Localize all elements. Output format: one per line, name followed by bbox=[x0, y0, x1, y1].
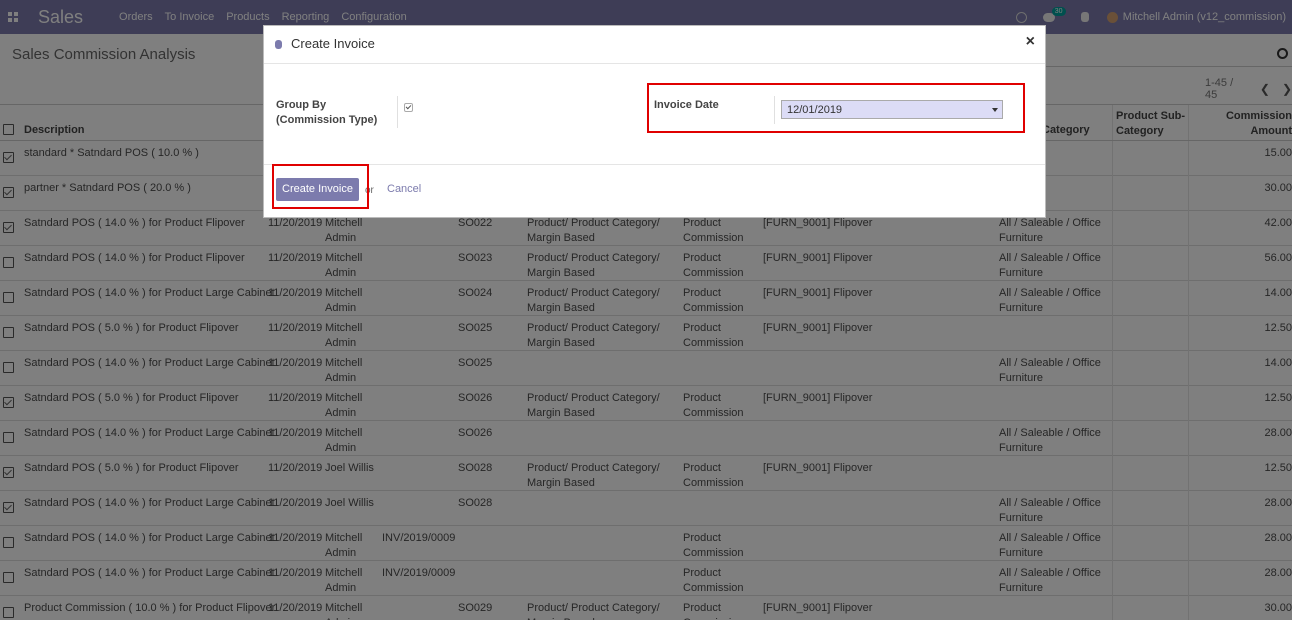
dialog-title: Create Invoice bbox=[291, 36, 375, 51]
group-by-label: Group By (Commission Type) bbox=[276, 99, 378, 126]
group-by-checkbox[interactable] bbox=[404, 103, 413, 112]
dialog-header: Create Invoice × bbox=[264, 26, 1045, 64]
close-icon[interactable]: × bbox=[1026, 33, 1035, 51]
debug-bug-icon bbox=[275, 40, 282, 49]
highlight-invoice-date bbox=[647, 83, 1025, 133]
dialog-footer-divider bbox=[264, 164, 1045, 165]
cancel-button[interactable]: Cancel bbox=[387, 183, 421, 195]
highlight-create-invoice bbox=[272, 164, 369, 209]
field-divider bbox=[397, 96, 398, 128]
